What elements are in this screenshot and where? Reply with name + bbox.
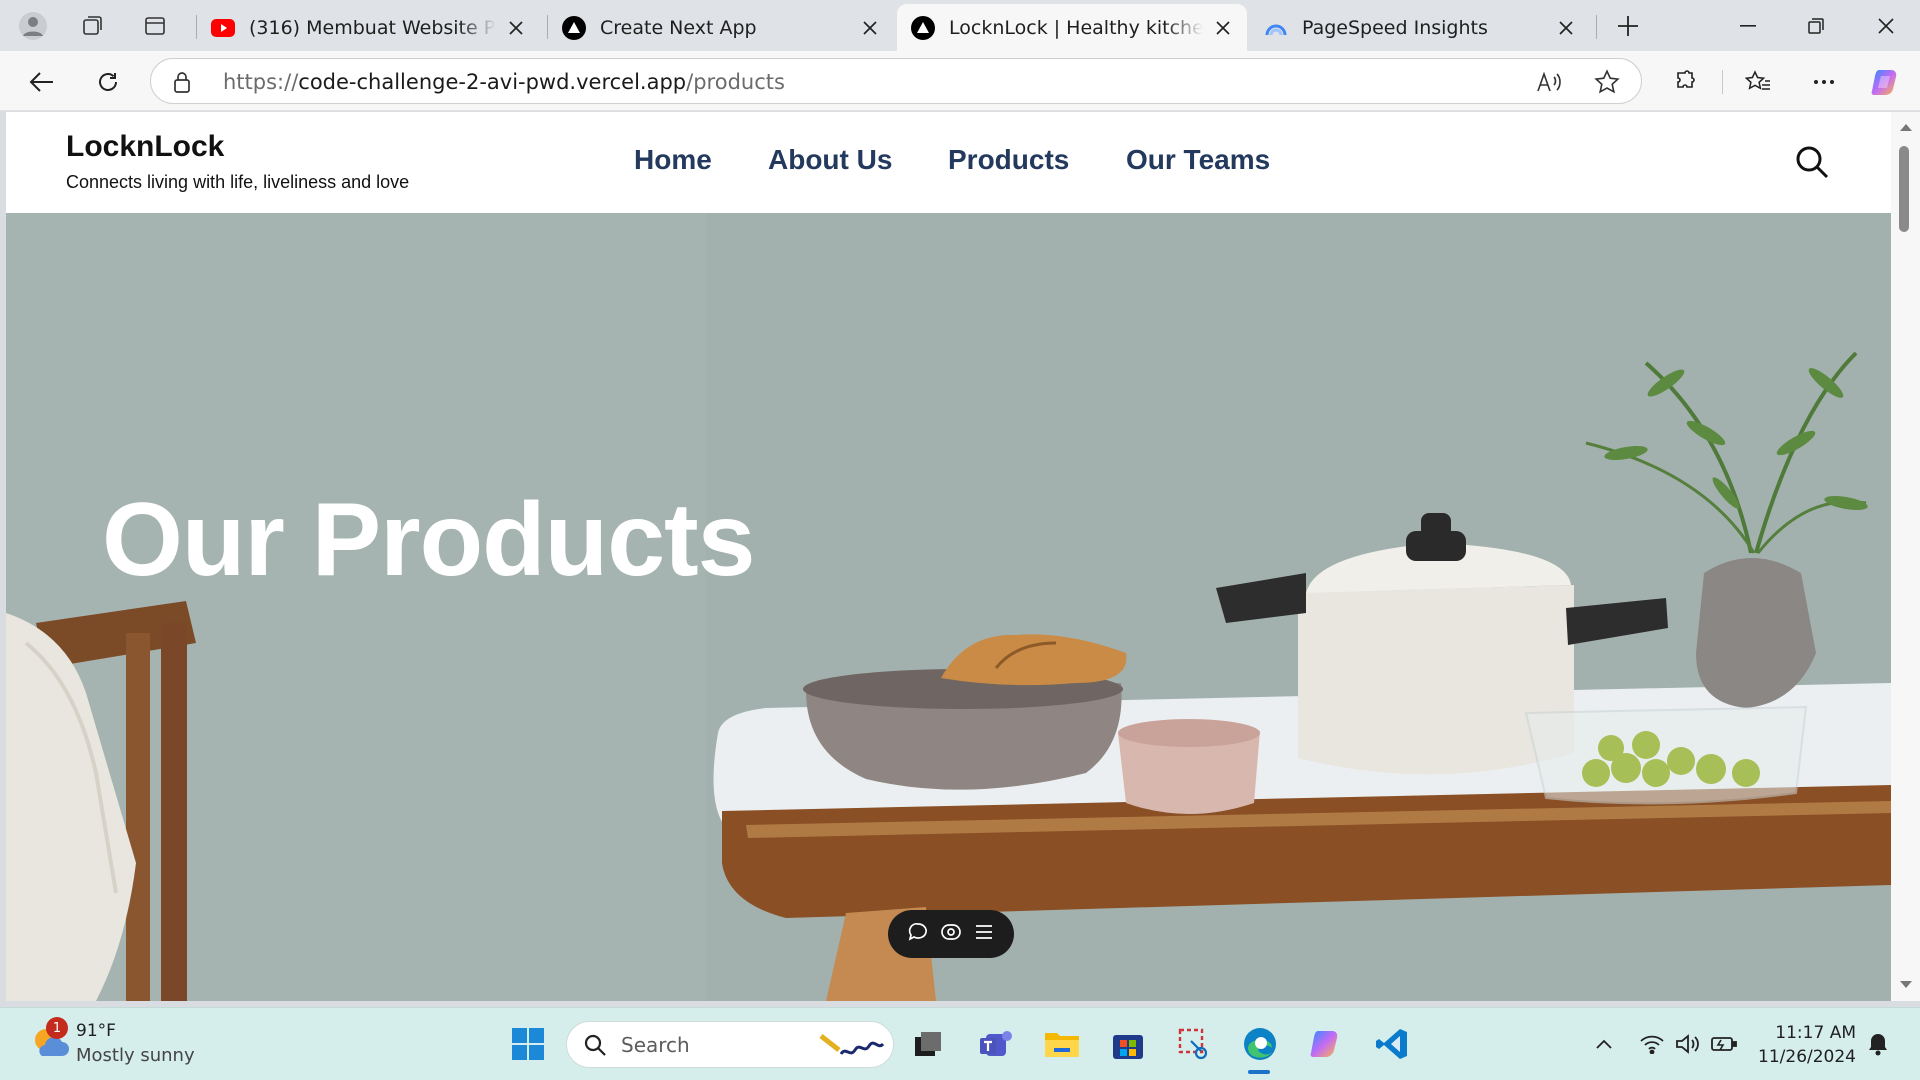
minimize-icon[interactable] bbox=[1714, 0, 1782, 51]
vertical-tabs-icon[interactable] bbox=[138, 9, 172, 43]
copilot-icon[interactable] bbox=[1868, 64, 1904, 100]
copilot-icon[interactable] bbox=[1304, 1022, 1348, 1066]
task-view-icon[interactable] bbox=[906, 1022, 950, 1066]
tab-create-next-app[interactable]: Create Next App bbox=[548, 4, 894, 51]
wifi-icon[interactable] bbox=[1636, 1028, 1668, 1060]
close-tab-icon[interactable] bbox=[858, 16, 882, 40]
vscode-icon[interactable] bbox=[1370, 1022, 1414, 1066]
nav-home[interactable]: Home bbox=[634, 144, 712, 176]
tab-title: PageSpeed Insights bbox=[1302, 16, 1488, 39]
dev-toolbar[interactable] bbox=[888, 910, 1014, 958]
hero-title: Our Products bbox=[102, 482, 756, 598]
weather-temp[interactable]: 91°F bbox=[76, 1021, 116, 1041]
vercel-icon bbox=[562, 15, 586, 40]
tab-pagespeed[interactable]: PageSpeed Insights bbox=[1250, 4, 1590, 51]
page-viewport: LocknLock Connects living with life, liv… bbox=[6, 112, 1891, 1001]
close-tab-icon[interactable] bbox=[504, 16, 528, 40]
volume-icon[interactable] bbox=[1672, 1028, 1704, 1060]
active-app-indicator bbox=[1248, 1070, 1270, 1074]
tab-title: LocknLock | Healthy kitchen life bbox=[949, 16, 1203, 39]
close-tab-icon[interactable] bbox=[1554, 16, 1578, 40]
address-bar[interactable]: https://code-challenge-2-avi-pwd.vercel.… bbox=[150, 58, 1642, 104]
vercel-icon bbox=[911, 15, 935, 40]
pagespeed-icon bbox=[1264, 16, 1288, 40]
tab-title: (316) Membuat Website Portfolio bbox=[249, 16, 496, 39]
close-tab-icon[interactable] bbox=[1211, 16, 1235, 40]
close-window-icon[interactable] bbox=[1852, 0, 1920, 51]
youtube-icon bbox=[211, 16, 235, 40]
taskbar-search[interactable]: Search bbox=[566, 1021, 894, 1068]
scroll-down-icon bbox=[1900, 981, 1912, 988]
restore-icon[interactable] bbox=[1782, 0, 1850, 51]
hero-banner: Our Products bbox=[6, 213, 1891, 1001]
microsoft-store-icon[interactable] bbox=[1106, 1022, 1150, 1066]
nav-our-teams[interactable]: Our Teams bbox=[1126, 144, 1270, 176]
hero-kitchen-image bbox=[6, 213, 1891, 1001]
favorites-icon[interactable] bbox=[1740, 64, 1776, 100]
tab-locknlock[interactable]: LocknLock | Healthy kitchen life bbox=[897, 4, 1247, 51]
search-highlight-icon bbox=[819, 1034, 885, 1055]
site-header: LocknLock Connects living with life, liv… bbox=[6, 112, 1891, 213]
file-explorer-icon[interactable] bbox=[1040, 1022, 1084, 1066]
back-icon[interactable] bbox=[24, 64, 60, 100]
chevron-up-icon[interactable] bbox=[1588, 1028, 1620, 1060]
search-placeholder: Search bbox=[621, 1033, 690, 1057]
search-icon[interactable] bbox=[1795, 145, 1831, 181]
profile-icon[interactable] bbox=[16, 9, 50, 43]
weather-condition[interactable]: Mostly sunny bbox=[76, 1045, 195, 1066]
browser-toolbar: https://code-challenge-2-avi-pwd.vercel.… bbox=[0, 51, 1920, 111]
lock-icon[interactable] bbox=[173, 70, 191, 98]
scroll-up-icon bbox=[1900, 124, 1912, 131]
favorite-star-icon[interactable] bbox=[1593, 68, 1621, 96]
notification-bell-icon[interactable] bbox=[1862, 1028, 1894, 1060]
nav-products[interactable]: Products bbox=[948, 144, 1069, 176]
scrollbar-thumb[interactable] bbox=[1899, 146, 1909, 232]
menu-icon[interactable] bbox=[974, 924, 994, 944]
more-menu-icon[interactable] bbox=[1806, 64, 1842, 100]
battery-icon[interactable] bbox=[1708, 1028, 1740, 1060]
brand-logo[interactable]: LocknLock bbox=[66, 130, 224, 164]
windows-taskbar: 1 91°F Mostly sunny Search 11:17 AM 11/2… bbox=[0, 1007, 1920, 1080]
reload-icon[interactable] bbox=[90, 64, 126, 100]
extensions-icon[interactable] bbox=[1667, 64, 1703, 100]
clock-date: 11/26/2024 bbox=[1758, 1047, 1856, 1067]
comment-icon[interactable] bbox=[908, 922, 928, 946]
tab-youtube[interactable]: (316) Membuat Website Portfolio bbox=[197, 4, 540, 51]
tab-title: Create Next App bbox=[600, 16, 757, 39]
collections-icon[interactable] bbox=[75, 9, 109, 43]
system-clock[interactable]: 11:17 AM 11/26/2024 bbox=[1758, 1021, 1856, 1069]
url-text[interactable]: https://code-challenge-2-avi-pwd.vercel.… bbox=[223, 70, 785, 94]
read-aloud-icon[interactable] bbox=[1535, 68, 1563, 96]
nav-about-us[interactable]: About Us bbox=[768, 144, 892, 176]
edge-icon[interactable] bbox=[1238, 1022, 1282, 1066]
start-icon[interactable] bbox=[506, 1022, 550, 1066]
tab-strip: (316) Membuat Website Portfolio Create N… bbox=[0, 0, 1920, 51]
teams-icon[interactable] bbox=[974, 1022, 1018, 1066]
snipping-tool-icon[interactable] bbox=[1172, 1022, 1216, 1066]
weather-badge: 1 bbox=[46, 1017, 68, 1039]
brand-tagline: Connects living with life, liveliness an… bbox=[66, 172, 410, 192]
clock-time: 11:17 AM bbox=[1775, 1023, 1856, 1043]
page-scrollbar[interactable] bbox=[1891, 112, 1920, 1001]
search-icon bbox=[584, 1034, 606, 1056]
new-tab-icon[interactable] bbox=[1611, 9, 1645, 43]
eye-icon[interactable] bbox=[940, 923, 962, 945]
